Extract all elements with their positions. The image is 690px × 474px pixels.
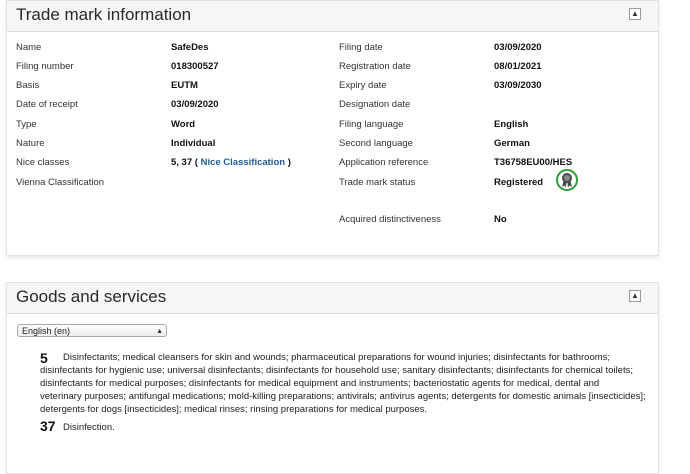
nature-value: Individual <box>171 138 216 149</box>
class-description-line: detergents for dogs [insecticides]; medi… <box>40 404 428 415</box>
expiry-date-value: 03/09/2030 <box>494 80 542 91</box>
basis-value: EUTM <box>171 80 198 91</box>
filing-language-label: Filing language <box>339 119 404 130</box>
type-value: Word <box>171 119 196 130</box>
basis-label: Basis <box>16 80 40 91</box>
registered-seal-icon[interactable] <box>556 169 578 191</box>
collapse-up-arrow-icon[interactable]: ▲ <box>629 290 641 302</box>
nice-classification-link[interactable]: Nice Classification <box>201 157 285 168</box>
second-language-label: Second language <box>339 138 413 149</box>
date-of-receipt-value: 03/09/2020 <box>171 99 219 110</box>
vienna-classification-label: Vienna Classification <box>16 177 105 188</box>
type-label: Type <box>16 119 37 130</box>
date-of-receipt-label: Date of receipt <box>16 99 78 110</box>
trade-mark-information-panel: Trade mark information ▲ Name Filing num… <box>6 0 659 256</box>
filing-date-value: 03/09/2020 <box>494 42 542 53</box>
filing-language-value: English <box>494 119 529 130</box>
trade-mark-status-value: Registered <box>494 177 544 188</box>
select-arrows-icon: ▲ <box>156 328 163 335</box>
nature-label: Nature <box>16 138 45 149</box>
collapse-up-arrow-icon[interactable]: ▲ <box>629 8 641 20</box>
language-select-value: English (en) <box>22 326 71 336</box>
second-language-value: German <box>494 138 530 149</box>
acquired-distinctiveness-value: No <box>494 214 507 225</box>
filing-number-label: Filing number <box>16 61 74 72</box>
designation-date-label: Designation date <box>339 99 411 110</box>
class-description-line: disinfectants for medical purposes; disi… <box>40 378 600 389</box>
panel-title: Goods and services <box>16 287 167 306</box>
name-label: Name <box>16 42 42 53</box>
nice-classes-numbers: 5, 37 ( <box>171 157 201 168</box>
panel-header: Goods and services ▲ <box>7 283 658 314</box>
nice-classes-label: Nice classes <box>16 157 70 168</box>
application-reference-label: Application reference <box>339 157 429 168</box>
name-value: SafeDes <box>171 42 209 53</box>
trade-mark-status-label: Trade mark status <box>339 177 416 188</box>
goods-and-services-panel: Goods and services ▲ English (en) ▲ 5 Di… <box>6 282 659 474</box>
panel-header: Trade mark information ▲ <box>7 1 658 32</box>
class-description-line: veterinary purposes; antifungal medicati… <box>40 391 646 402</box>
class-description-line: Disinfectants; medical cleansers for ski… <box>63 352 611 363</box>
application-reference-value: T36758EU00/HES <box>494 157 573 168</box>
class-description-line: Disinfection. <box>63 422 115 433</box>
class-description-line: disinfectants for hygienic use; universa… <box>40 365 633 376</box>
nice-classes-value: 5, 37 ( Nice Classification ) <box>171 157 291 168</box>
filing-date-label: Filing date <box>339 42 383 53</box>
nice-classes-suffix: ) <box>285 157 291 168</box>
registration-date-label: Registration date <box>339 61 411 72</box>
expiry-date-label: Expiry date <box>339 80 387 91</box>
panel-title: Trade mark information <box>16 5 192 24</box>
filing-number-value: 018300527 <box>171 61 219 72</box>
registration-date-value: 08/01/2021 <box>494 61 542 72</box>
language-select[interactable]: English (en) ▲ <box>17 324 167 337</box>
class-number: 37 <box>40 418 56 434</box>
acquired-distinctiveness-label: Acquired distinctiveness <box>339 214 441 225</box>
